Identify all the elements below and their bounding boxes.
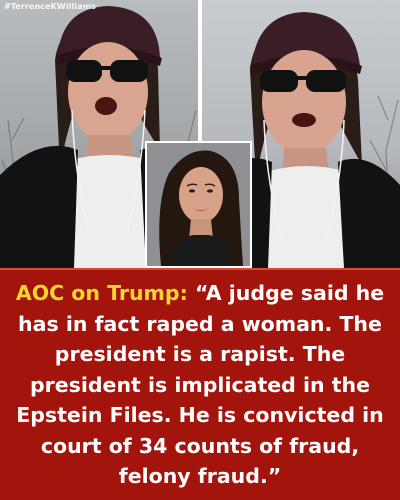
inset-portrait: [145, 141, 252, 268]
meme-image: #TerrenceKWilliams AOC on Trump: “A judg…: [0, 0, 400, 500]
inset-portrait-image: [147, 143, 250, 266]
watermark: #TerrenceKWilliams: [4, 2, 96, 11]
portrait-illustration: [147, 143, 250, 266]
caption-lead: AOC on Trump:: [15, 281, 188, 305]
caption-text: AOC on Trump: “A judge said he has in fa…: [8, 278, 392, 492]
caption-quote: “A judge said he has in fact raped a wom…: [16, 281, 385, 488]
caption-box: AOC on Trump: “A judge said he has in fa…: [0, 268, 400, 500]
